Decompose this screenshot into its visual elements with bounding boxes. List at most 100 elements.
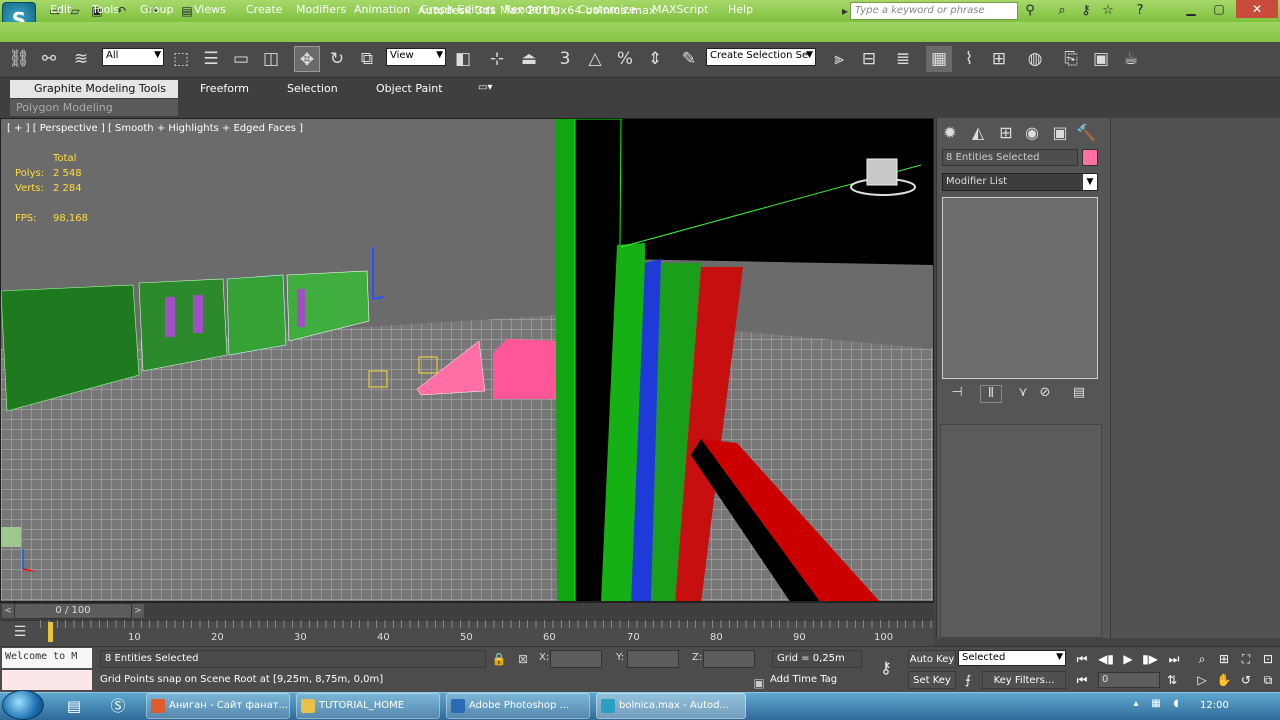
key-mode-dropdown[interactable]: Selected ▼: [958, 650, 1066, 666]
edit-named-selection-icon[interactable]: ✎: [676, 46, 702, 72]
volume-icon[interactable]: ◖: [1168, 698, 1184, 714]
modify-tab-icon[interactable]: ◭: [966, 122, 990, 144]
ribbon-subtab-polygon-modeling[interactable]: Polygon Modeling: [10, 99, 178, 116]
pan-view-icon[interactable]: ✋: [1214, 671, 1234, 689]
next-frame-icon[interactable]: ▮▶: [1140, 650, 1160, 668]
menu-graph-editors[interactable]: Graph Editors: [420, 3, 496, 16]
utilities-tab-icon[interactable]: 🔨: [1074, 122, 1098, 144]
tab-freeform[interactable]: Freeform: [200, 82, 249, 98]
taskbar-clock[interactable]: 12:00: [1200, 700, 1229, 711]
make-unique-icon[interactable]: ⋎: [1012, 385, 1034, 403]
percent-snap-icon[interactable]: %: [612, 46, 638, 72]
y-coordinate-field[interactable]: [627, 650, 679, 668]
configure-modifier-sets-icon[interactable]: ▤: [1068, 385, 1090, 403]
select-and-rotate-icon[interactable]: ↻: [324, 46, 350, 72]
perspective-viewport[interactable]: [ + ] [ Perspective ] [ Smooth + Highlig…: [0, 118, 934, 602]
time-slider-thumb[interactable]: 0 / 100: [14, 603, 132, 619]
time-configuration-icon[interactable]: ⇅: [1162, 671, 1182, 689]
modifier-list-dropdown[interactable]: Modifier List ▼: [942, 173, 1098, 191]
taskbar-item-photoshop[interactable]: Adobe Photoshop ...: [446, 693, 590, 719]
display-tab-icon[interactable]: ▣: [1048, 122, 1072, 144]
selection-filter-dropdown[interactable]: All ▼: [102, 48, 164, 66]
show-end-result-icon[interactable]: Ⅱ: [980, 385, 1002, 403]
binoculars-icon[interactable]: ⚲: [1020, 2, 1040, 20]
key-filters-button[interactable]: Key Filters...: [982, 671, 1066, 689]
track-bar-menu-icon[interactable]: ☰: [10, 624, 30, 640]
menu-animation[interactable]: Animation: [354, 3, 410, 16]
absolute-offset-mode-icon[interactable]: ⊠: [514, 650, 532, 668]
unlink-icon[interactable]: ⚯: [36, 46, 62, 72]
tab-selection[interactable]: Selection: [287, 82, 338, 98]
select-and-move-icon[interactable]: ✥: [294, 46, 320, 72]
next-frame-button[interactable]: >: [132, 604, 144, 618]
select-by-name-icon[interactable]: ☰: [198, 46, 224, 72]
zoom-all-icon[interactable]: ⊞: [1214, 650, 1234, 668]
close-button[interactable]: ✕: [1236, 0, 1278, 18]
rectangular-selection-icon[interactable]: ▭: [228, 46, 254, 72]
auto-key-button[interactable]: Auto Key: [908, 650, 956, 668]
zoom-extents-icon[interactable]: ⛶: [1236, 650, 1256, 668]
current-frame-field[interactable]: 0: [1098, 672, 1160, 688]
menu-customize[interactable]: Customize: [578, 3, 636, 16]
viewcube-box[interactable]: [866, 158, 898, 186]
render-teapot-icon[interactable]: ☕: [1118, 46, 1144, 72]
zoom-extents-all-icon[interactable]: ⊡: [1258, 650, 1278, 668]
curve-editor-icon[interactable]: ⌇: [956, 46, 982, 72]
set-key-button[interactable]: Set Key: [908, 671, 956, 689]
viewport-label-menu[interactable]: [ + ] [ Perspective ] [ Smooth + Highlig…: [7, 123, 303, 134]
tab-graphite-modeling-tools[interactable]: Graphite Modeling Tools: [10, 80, 178, 98]
favorites-star-icon[interactable]: ☆: [1098, 2, 1118, 20]
layer-manager-icon[interactable]: ≣: [890, 46, 916, 72]
set-key-mode-icon[interactable]: ⚷: [872, 658, 900, 677]
rendered-frame-window-icon[interactable]: ▣: [1088, 46, 1114, 72]
snaps-toggle-icon[interactable]: 3: [552, 46, 578, 72]
spinner-snap-icon[interactable]: ⇕: [642, 46, 668, 72]
field-of-view-icon[interactable]: ▷: [1192, 671, 1212, 689]
hierarchy-tab-icon[interactable]: ⊞: [994, 122, 1018, 144]
mirror-icon[interactable]: ⫸: [826, 46, 852, 72]
menu-tools[interactable]: Tools: [92, 3, 119, 16]
motion-tab-icon[interactable]: ◉: [1020, 122, 1044, 144]
align-icon[interactable]: ⊟: [856, 46, 882, 72]
select-manipulate-icon[interactable]: ⊹: [484, 46, 510, 72]
bind-spacewarp-icon[interactable]: ≋: [68, 46, 94, 72]
key-icon[interactable]: ⚷: [1076, 2, 1096, 20]
network-icon[interactable]: ▦: [1148, 698, 1164, 714]
maximize-viewport-icon[interactable]: ⧉: [1258, 671, 1278, 689]
x-coordinate-field[interactable]: [550, 650, 602, 668]
menu-edit[interactable]: Edit: [50, 3, 71, 16]
window-crossing-icon[interactable]: ◫: [258, 46, 284, 72]
explorer-icon[interactable]: ▤: [60, 694, 88, 718]
taskbar-item-3dsmax[interactable]: bolnica.max - Autod...: [596, 693, 746, 719]
pin-stack-icon[interactable]: ⊣: [946, 385, 968, 403]
modifier-stack-list[interactable]: [942, 197, 1098, 379]
add-time-tag-button[interactable]: Add Time Tag: [770, 674, 866, 690]
select-and-link-icon[interactable]: ⛓: [6, 46, 32, 72]
menu-maxscript[interactable]: MAXScript: [652, 3, 708, 16]
angle-snap-icon[interactable]: △: [582, 46, 608, 72]
selection-lock-icon[interactable]: 🔒: [490, 650, 508, 668]
reference-coordinate-dropdown[interactable]: View ▼: [386, 48, 446, 66]
taskbar-item-folder[interactable]: TUTORIAL_HOME: [296, 693, 440, 719]
maxscript-listener-mini[interactable]: Welcome to M: [2, 648, 92, 668]
current-frame-marker[interactable]: [48, 622, 53, 642]
menu-group[interactable]: Group: [140, 3, 174, 16]
ribbon-options-icon[interactable]: ▭▾: [478, 82, 492, 98]
pivot-center-icon[interactable]: ◧: [450, 46, 476, 72]
start-button[interactable]: [2, 690, 44, 720]
keyboard-shortcut-override-icon[interactable]: ⏏: [516, 46, 542, 72]
material-editor-icon[interactable]: ◍: [1022, 46, 1048, 72]
select-object-icon[interactable]: ⬚: [168, 46, 194, 72]
graphite-toggle-icon[interactable]: ▦: [926, 46, 952, 72]
maximize-button[interactable]: ▢: [1204, 0, 1234, 18]
help-search-input[interactable]: Type a keyword or phrase: [850, 2, 1018, 20]
menu-rendering[interactable]: Rendering: [504, 3, 560, 16]
select-and-scale-icon[interactable]: ⧉: [354, 46, 380, 72]
tab-object-paint[interactable]: Object Paint: [376, 82, 443, 98]
remove-modifier-icon[interactable]: ⊘: [1034, 385, 1056, 403]
previous-frame-button[interactable]: <: [2, 604, 14, 618]
menu-modifiers[interactable]: Modifiers: [296, 3, 346, 16]
previous-frame-icon[interactable]: ◀▮: [1096, 650, 1116, 668]
go-to-start-icon[interactable]: ⏮: [1072, 650, 1092, 668]
time-tag-icon[interactable]: ▣: [750, 674, 768, 692]
